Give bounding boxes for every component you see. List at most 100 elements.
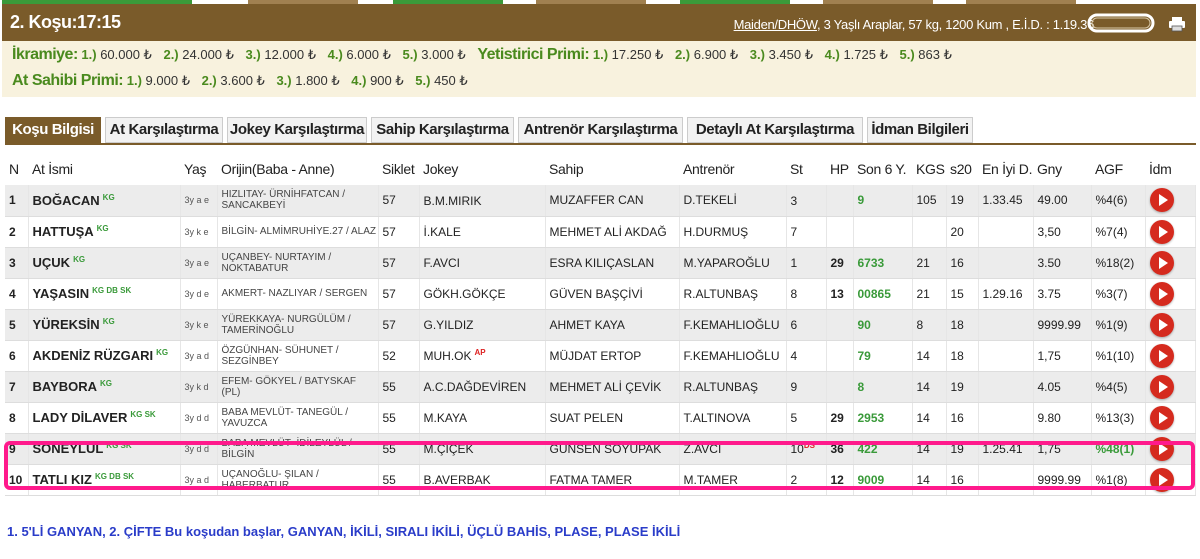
play-icon[interactable] bbox=[1149, 343, 1174, 368]
table-row[interactable]: 5 YÜREKSİN KG 3y k e YÜREKKAYA- NURGÜLÜM / T… bbox=[5, 309, 1196, 341]
training-cell[interactable] bbox=[1145, 309, 1196, 341]
horse-origin[interactable]: BİLGİN- ALMİMRUHİYE.27 / ALAZ bbox=[217, 216, 379, 248]
last-six-races[interactable] bbox=[853, 216, 913, 248]
jockey[interactable]: M.ÇİÇEK bbox=[419, 433, 546, 465]
column-header[interactable]: AGF bbox=[1091, 153, 1145, 185]
table-row[interactable]: 10 TATLI KIZ KG DB SK 3y a d UÇANOĞLU- ŞILAN… bbox=[5, 464, 1196, 496]
play-icon[interactable] bbox=[1149, 219, 1174, 244]
trainer[interactable]: H.DURMUŞ bbox=[679, 216, 787, 248]
table-row[interactable]: 9 SONEYLÜL KG SK 3y d d BABA MEVLÜT- İDİLEYL… bbox=[5, 433, 1196, 465]
horse-name[interactable]: UÇUK KG bbox=[28, 247, 181, 279]
owner[interactable]: MEHMET ALİ ÇEVİK bbox=[545, 371, 680, 403]
last-six-races[interactable]: 79 bbox=[853, 340, 913, 372]
column-header[interactable]: Sahip bbox=[545, 153, 679, 185]
column-header[interactable]: Antrenör bbox=[679, 153, 786, 185]
last-six-races[interactable]: 90 bbox=[853, 309, 913, 341]
last-six-races[interactable]: 9 bbox=[853, 185, 913, 217]
last-six-races[interactable]: 2953 bbox=[853, 402, 913, 434]
jockey[interactable]: İ.KALE bbox=[419, 216, 546, 248]
last-six-races[interactable]: 9009 bbox=[853, 464, 913, 496]
column-header[interactable]: Siklet bbox=[378, 153, 419, 185]
column-header[interactable]: Jokey bbox=[419, 153, 545, 185]
jockey-name[interactable]: İ.KALE bbox=[424, 225, 461, 239]
horse-origin[interactable]: ÖZGÜNHAN- SÜHUNET / SEZGİNBEY bbox=[217, 340, 379, 372]
printer-icon[interactable] bbox=[1168, 16, 1186, 32]
column-header[interactable]: s20 bbox=[946, 153, 978, 185]
horse-name[interactable]: YÜREKSİN KG bbox=[28, 309, 181, 341]
column-header[interactable]: Son 6 Y. bbox=[853, 153, 912, 185]
play-icon[interactable] bbox=[1149, 250, 1174, 275]
owner[interactable]: FATMA TAMER bbox=[545, 464, 680, 496]
training-cell[interactable] bbox=[1145, 433, 1196, 465]
jockey-name[interactable]: M.ÇİÇEK bbox=[424, 442, 474, 456]
table-row[interactable]: 1 BOĞACAN KG 3y a e HIZLITAY- ÜRNİHFATCAN / … bbox=[5, 185, 1196, 217]
horse-name-text[interactable]: YAŞASIN bbox=[33, 286, 90, 301]
training-cell[interactable] bbox=[1145, 247, 1196, 279]
jockey[interactable]: B.M.MIRIK bbox=[419, 185, 546, 217]
jockey[interactable]: G.YILDIZ bbox=[419, 309, 546, 341]
training-cell[interactable] bbox=[1145, 216, 1196, 248]
horse-origin[interactable]: EFEM- GÖKYEL / BATYSKAF (PL) bbox=[217, 371, 379, 403]
trainer[interactable]: R.ALTUNBAŞ bbox=[679, 278, 787, 310]
owner[interactable]: AHMET KAYA bbox=[545, 309, 680, 341]
tab-antrenor-karsilastirma[interactable]: Antrenör Karşılaştırma bbox=[518, 117, 683, 143]
training-cell[interactable] bbox=[1145, 340, 1196, 372]
trainer[interactable]: M.TAMER bbox=[679, 464, 787, 496]
race-type-link[interactable]: Maiden/DHÖW bbox=[734, 17, 818, 32]
horse-name-text[interactable]: YÜREKSİN bbox=[33, 317, 100, 332]
last-six-races[interactable]: 8 bbox=[853, 371, 913, 403]
last-six-races[interactable]: 422 bbox=[853, 433, 913, 465]
horse-name-text[interactable]: TATLI KIZ bbox=[33, 472, 92, 487]
jockey-name[interactable]: B.M.MIRIK bbox=[424, 194, 482, 208]
horse-origin[interactable]: BABA MEVLÜT- TANEGÜL / YAVUZCA bbox=[217, 402, 379, 434]
horse-name-text[interactable]: SONEYLÜL bbox=[33, 441, 104, 456]
trainer[interactable]: D.TEKELİ bbox=[679, 185, 787, 217]
column-header[interactable]: Orijin(Baba - Anne) bbox=[217, 153, 378, 185]
column-header[interactable]: KGS bbox=[912, 153, 946, 185]
column-header[interactable]: St bbox=[786, 153, 826, 185]
jockey[interactable]: MUH.OK AP bbox=[419, 340, 546, 372]
column-header[interactable]: N bbox=[5, 153, 28, 185]
horse-origin[interactable]: UÇANOĞLU- ŞILAN / HABERBATUR bbox=[217, 464, 379, 496]
horse-origin[interactable]: BABA MEVLÜT- İDİLEYLÜL / BİLGİN bbox=[217, 433, 379, 465]
column-header[interactable]: HP bbox=[826, 153, 853, 185]
horse-name[interactable]: HATTUŞA KG bbox=[28, 216, 181, 248]
jockey-name[interactable]: B.AVERBAK bbox=[424, 473, 491, 487]
column-header[interactable]: At İsmi bbox=[28, 153, 180, 185]
training-cell[interactable] bbox=[1145, 185, 1196, 217]
play-icon[interactable] bbox=[1149, 436, 1174, 461]
tab-jokey-karsilastirma[interactable]: Jokey Karşılaştırma bbox=[227, 117, 367, 143]
owner[interactable]: ESRA KILIÇASLAN bbox=[545, 247, 680, 279]
training-cell[interactable] bbox=[1145, 402, 1196, 434]
owner[interactable]: MÜJDAT ERTOP bbox=[545, 340, 680, 372]
column-header[interactable]: En İyi D. bbox=[978, 153, 1033, 185]
owner[interactable]: SUAT PELEN bbox=[545, 402, 680, 434]
owner[interactable]: GÜVEN BAŞÇİVİ bbox=[545, 278, 680, 310]
trainer[interactable]: T.ALTINOVA bbox=[679, 402, 787, 434]
horse-origin[interactable]: HIZLITAY- ÜRNİHFATCAN / SANCAKBEYİ bbox=[217, 185, 379, 217]
horse-name[interactable]: YAŞASIN KG DB SK bbox=[28, 278, 181, 310]
horse-origin[interactable]: AKMERT- NAZLIYAR / SERGEN bbox=[217, 278, 379, 310]
horse-name-text[interactable]: BOĞACAN bbox=[33, 193, 100, 208]
tab-idman-bilgileri[interactable]: İdman Bilgileri bbox=[867, 117, 973, 143]
horse-name-text[interactable]: BAYBORA bbox=[33, 379, 98, 394]
jockey-name[interactable]: MUH.OK bbox=[424, 349, 472, 363]
horse-name[interactable]: AKDENİZ RÜZGARI KG bbox=[28, 340, 181, 372]
tab-kosu-bilgisi[interactable]: Koşu Bilgisi bbox=[5, 117, 101, 143]
table-row[interactable]: 3 UÇUK KG 3y a e UÇANBEY- NURTAYIM / NOKTABA… bbox=[5, 247, 1196, 279]
owner[interactable]: GÜNSEN SOYUPAK bbox=[545, 433, 680, 465]
trainer[interactable]: M.YAPAROĞLU bbox=[679, 247, 787, 279]
table-row[interactable]: 4 YAŞASIN KG DB SK 3y d e AKMERT- NAZLIYAR /… bbox=[5, 278, 1196, 310]
horse-name[interactable]: BAYBORA KG bbox=[28, 371, 181, 403]
training-cell[interactable] bbox=[1145, 371, 1196, 403]
owner[interactable]: MUZAFFER CAN bbox=[545, 185, 680, 217]
play-icon[interactable] bbox=[1149, 374, 1174, 399]
play-icon[interactable] bbox=[1149, 405, 1174, 430]
horse-name-text[interactable]: AKDENİZ RÜZGARI bbox=[33, 348, 154, 363]
play-icon[interactable] bbox=[1149, 188, 1174, 213]
column-header[interactable]: Yaş bbox=[180, 153, 217, 185]
table-row[interactable]: 7 BAYBORA KG 3y k d EFEM- GÖKYEL / BATYSKAF … bbox=[5, 371, 1196, 403]
last-six-races[interactable]: 00865 bbox=[853, 278, 913, 310]
horse-name[interactable]: LADY DİLAVER KG SK bbox=[28, 402, 181, 434]
horse-origin[interactable]: UÇANBEY- NURTAYIM / NOKTABATUR bbox=[217, 247, 379, 279]
